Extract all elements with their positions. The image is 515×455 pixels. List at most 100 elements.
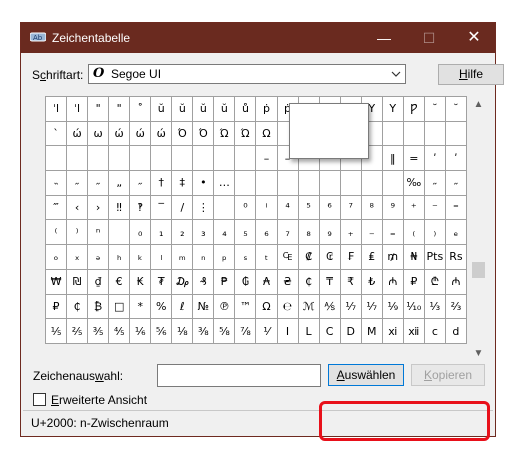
character-cell[interactable]: ‾ <box>151 195 173 221</box>
title-bar[interactable]: Ab Zeichentabelle — ☐ ✕ <box>21 23 495 53</box>
character-cell[interactable]: ⁱ <box>256 195 278 221</box>
character-cell[interactable] <box>151 146 173 172</box>
character-cell[interactable]: ˚ <box>130 97 152 122</box>
copy-button[interactable]: Kopieren <box>411 364 485 386</box>
character-cell[interactable]: ₩ <box>46 269 68 295</box>
character-cell[interactable]: ⅍ <box>319 294 341 320</box>
characters-to-copy-input[interactable] <box>157 364 321 387</box>
character-cell[interactable]: % <box>151 294 173 320</box>
character-cell[interactable]: ₚ <box>214 245 236 270</box>
character-cell[interactable]: ⅻ <box>403 319 425 344</box>
character-cell[interactable]: ‡ <box>172 171 194 196</box>
character-cell[interactable] <box>319 171 341 196</box>
help-button[interactable]: Hilfe <box>438 64 504 85</box>
character-cell[interactable]: … <box>214 171 236 196</box>
character-cell[interactable]: ₡ <box>298 245 320 270</box>
character-cell[interactable]: ℮ <box>277 294 299 320</box>
character-cell[interactable] <box>88 146 110 172</box>
character-cell[interactable] <box>130 146 152 172</box>
character-cell[interactable]: ₖ <box>130 245 152 270</box>
character-cell[interactable]: ⅖ <box>67 319 89 344</box>
character-cell[interactable]: ˶ <box>67 171 89 196</box>
character-cell[interactable]: ˶ <box>424 171 446 196</box>
character-cell[interactable] <box>172 146 194 172</box>
maximize-button[interactable]: ☐ <box>406 23 452 53</box>
character-cell[interactable]: ‴ <box>46 195 68 221</box>
character-cell[interactable]: c <box>424 319 446 344</box>
character-cell[interactable]: ₣ <box>340 245 362 270</box>
scroll-down-arrow-icon[interactable]: ▼ <box>470 345 487 362</box>
character-cell[interactable]: ₊ <box>340 220 362 246</box>
character-cell[interactable]: ₙ <box>193 245 215 270</box>
character-cell[interactable]: ₂ <box>172 220 194 246</box>
character-cell[interactable]: D <box>340 319 362 344</box>
character-cell[interactable]: ⅟ <box>256 319 278 344</box>
character-cell[interactable]: ₭ <box>130 269 152 295</box>
character-cell[interactable]: ⁵ <box>298 195 320 221</box>
character-cell[interactable]: Ώ <box>214 121 236 147</box>
character-cell[interactable] <box>361 171 383 196</box>
character-cell[interactable]: ₜ <box>256 245 278 270</box>
character-cell[interactable]: ˘ <box>424 97 446 122</box>
character-cell[interactable]: Ω <box>256 121 278 147</box>
character-cell[interactable]: ⅘ <box>109 319 131 344</box>
character-cell[interactable]: ⁽ <box>46 220 68 246</box>
character-cell[interactable]: ₵ <box>298 269 320 295</box>
character-cell[interactable]: ⋮ <box>193 195 215 221</box>
character-cell[interactable]: • <box>193 171 215 196</box>
character-cell[interactable]: – <box>256 146 278 172</box>
character-cell[interactable]: ⅞ <box>235 319 257 344</box>
character-cell[interactable]: ώ <box>130 121 152 147</box>
character-cell[interactable]: ₺ <box>361 269 383 295</box>
character-cell[interactable]: ₤ <box>361 245 383 270</box>
character-cell[interactable]: ˈl <box>67 97 89 122</box>
character-cell[interactable]: ₦ <box>403 245 425 270</box>
character-cell[interactable]: ₒ <box>46 245 68 270</box>
character-cell[interactable]: ʹ <box>445 146 467 172</box>
character-cell[interactable]: ™ <box>235 294 257 320</box>
character-cell[interactable]: ˶ <box>445 171 467 196</box>
character-cell[interactable] <box>445 121 467 147</box>
character-cell[interactable]: = <box>403 146 425 172</box>
character-cell[interactable]: ₼ <box>382 269 404 295</box>
character-cell[interactable]: ŭ <box>151 97 173 122</box>
character-cell[interactable]: ₓ <box>67 245 89 270</box>
character-cell[interactable]: Rs <box>445 245 467 270</box>
chevron-down-icon[interactable] <box>389 67 403 81</box>
character-grid[interactable]: ˈlˈl""˚ŭŭŭŭůṗṗû˙ɤYYǷ˘˘ˋώωώώώΌΌΏΏΩ––‖=ʹʹ˵… <box>45 96 467 344</box>
character-cell[interactable]: ₮ <box>151 269 173 295</box>
character-cell[interactable]: ₇ <box>277 220 299 246</box>
character-cell[interactable]: ŭ <box>172 97 194 122</box>
character-cell[interactable]: ₴ <box>277 269 299 295</box>
character-cell[interactable]: " <box>109 97 131 122</box>
character-cell[interactable]: ₵ <box>67 294 89 320</box>
character-cell[interactable]: Ώ <box>235 121 257 147</box>
character-cell[interactable]: ⁸ <box>361 195 383 221</box>
font-dropdown[interactable]: O Segoe UI <box>88 64 406 84</box>
character-cell[interactable]: ℓ <box>172 294 194 320</box>
character-cell[interactable]: ₀ <box>130 220 152 246</box>
character-cell[interactable]: " <box>88 97 110 122</box>
character-cell[interactable]: Pts <box>424 245 446 270</box>
character-cell[interactable]: ₥ <box>382 245 404 270</box>
character-cell[interactable]: ₱ <box>214 269 236 295</box>
character-cell[interactable]: ⅐ <box>340 294 362 320</box>
character-cell[interactable] <box>235 146 257 172</box>
character-cell[interactable]: ⁼ <box>445 195 467 221</box>
character-cell[interactable] <box>67 146 89 172</box>
character-cell[interactable]: ‰ <box>403 171 425 196</box>
advanced-view-checkbox[interactable] <box>33 393 46 406</box>
character-cell[interactable]: ₈ <box>298 220 320 246</box>
character-cell[interactable]: ˶ <box>88 171 110 196</box>
character-cell[interactable]: Ό <box>193 121 215 147</box>
character-cell[interactable]: ₛ <box>235 245 257 270</box>
character-cell[interactable]: ₁ <box>151 220 173 246</box>
character-cell[interactable]: ʹ <box>424 146 446 172</box>
character-cell[interactable]: ₾ <box>424 269 446 295</box>
character-cell[interactable]: ω <box>88 121 110 147</box>
character-cell[interactable]: ˵ <box>46 171 68 196</box>
character-cell[interactable]: ṗ <box>256 97 278 122</box>
character-cell[interactable]: Ƿ <box>403 97 425 122</box>
character-cell[interactable]: ‼ <box>109 195 131 221</box>
character-cell[interactable]: ⁶ <box>319 195 341 221</box>
